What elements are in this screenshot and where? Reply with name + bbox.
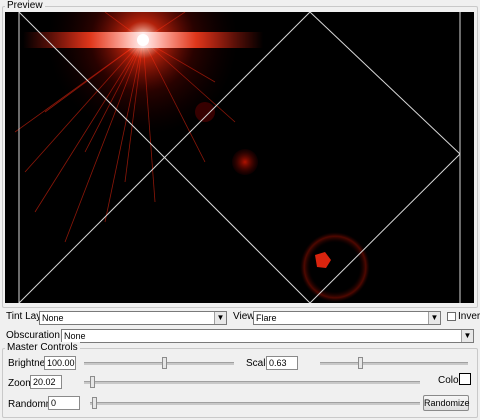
chevron-down-icon: ▼ bbox=[214, 312, 226, 324]
flare-preview-graphic bbox=[5, 0, 474, 304]
brightness-slider-track[interactable] bbox=[84, 357, 234, 369]
randomness-slider-track[interactable] bbox=[90, 397, 420, 409]
view-select[interactable]: Flare ▼ bbox=[253, 311, 441, 325]
zoom-slider-track[interactable] bbox=[84, 376, 420, 388]
tint-layer-value: None bbox=[42, 313, 64, 323]
chevron-down-icon: ▼ bbox=[428, 312, 440, 324]
flare-preview-canvas[interactable] bbox=[5, 0, 474, 304]
zoom-slider-thumb[interactable] bbox=[90, 376, 95, 388]
invert-label: Invert bbox=[458, 311, 480, 322]
randomness-input[interactable]: 0 bbox=[48, 396, 80, 410]
chevron-down-icon: ▼ bbox=[461, 330, 473, 342]
obscuration-layer-value: None bbox=[64, 331, 86, 341]
randomize-button[interactable]: Randomize bbox=[423, 395, 470, 411]
brightness-slider-thumb[interactable] bbox=[162, 357, 167, 369]
color-swatch[interactable] bbox=[459, 373, 471, 385]
preview-title: Preview bbox=[5, 0, 45, 12]
view-label: View bbox=[233, 311, 255, 322]
scale-slider-thumb[interactable] bbox=[358, 357, 363, 369]
scale-slider-track[interactable] bbox=[320, 357, 468, 369]
scale-input[interactable]: 0.63 bbox=[266, 356, 298, 370]
tint-layer-select[interactable]: None ▼ bbox=[39, 311, 227, 325]
invert-checkbox[interactable] bbox=[447, 312, 456, 321]
randomness-slider-thumb[interactable] bbox=[92, 397, 97, 409]
obscuration-layer-select[interactable]: None ▼ bbox=[61, 329, 474, 343]
brightness-input[interactable]: 100.00 bbox=[44, 356, 76, 370]
master-controls-title: Master Controls bbox=[5, 342, 80, 354]
zoom-input[interactable]: 20.02 bbox=[30, 375, 62, 389]
view-value: Flare bbox=[256, 313, 277, 323]
